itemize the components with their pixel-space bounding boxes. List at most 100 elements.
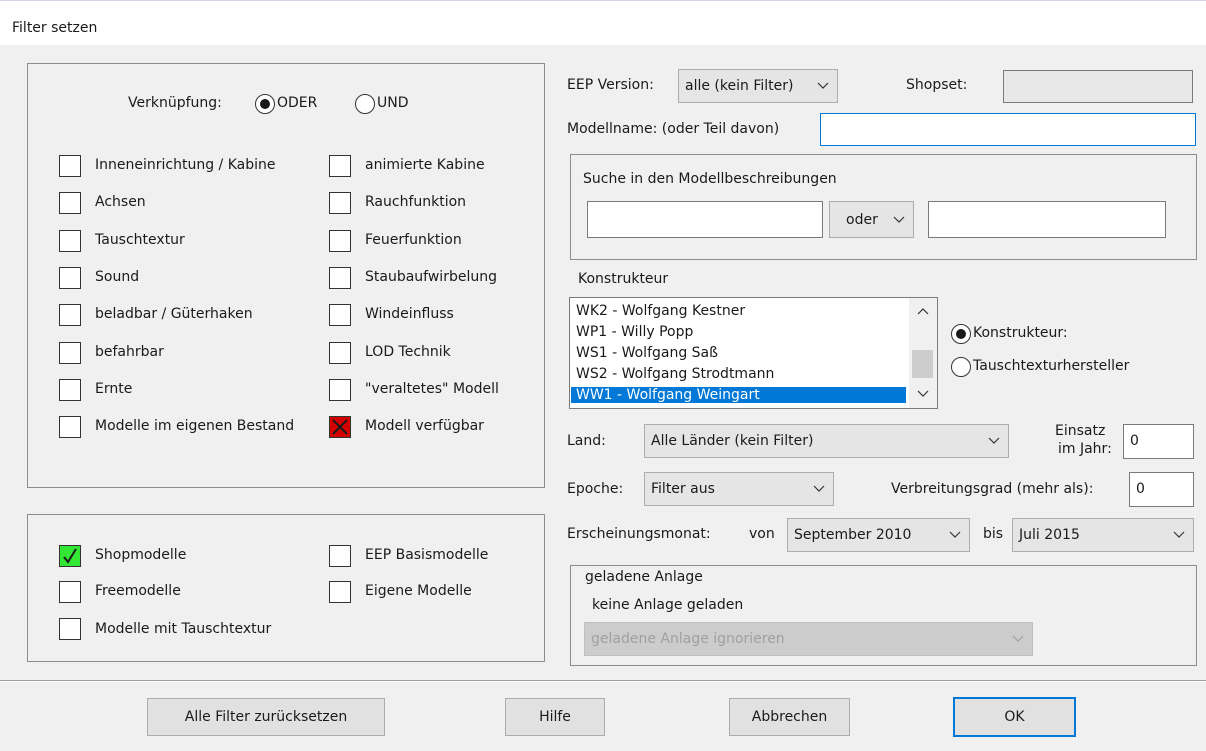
von-label: von <box>749 526 775 542</box>
description-search-title: Suche in den Modellbeschreibungen <box>583 171 837 187</box>
einsatz-value: 0 <box>1130 433 1139 449</box>
land-select[interactable]: Alle Länder (kein Filter) <box>644 424 1009 458</box>
eep-version-select[interactable]: alle (kein Filter) <box>678 69 838 103</box>
radio-konstrukteur[interactable] <box>951 324 971 344</box>
checkbox-eigene-modelle[interactable] <box>329 581 351 603</box>
verbreitungsgrad-label: Verbreitungsgrad (mehr als): <box>891 481 1094 497</box>
konstrukteur-label: Konstrukteur <box>578 271 669 287</box>
checkbox-label: Modelle mit Tauschtextur <box>95 621 272 637</box>
radio-und[interactable] <box>355 94 375 114</box>
list-item-selected[interactable]: WW1 - Wolfgang Weingart <box>571 387 906 403</box>
radio-konstrukteur-label: Konstrukteur: <box>973 325 1068 341</box>
checkbox-tauschtextur[interactable] <box>59 230 81 252</box>
window-title: Filter setzen <box>12 20 98 36</box>
listbox-scrollbar[interactable] <box>909 298 937 408</box>
cancel-button[interactable]: Abbrechen <box>729 698 850 736</box>
checkbox-label: Shopmodelle <box>95 547 187 563</box>
checkbox-staubaufwirbelung[interactable] <box>329 267 351 289</box>
radio-oder[interactable] <box>255 94 275 114</box>
eep-version-label: EEP Version: <box>567 77 654 93</box>
loaded-layout-select: geladene Anlage ignorieren <box>584 622 1033 656</box>
epoche-select[interactable]: Filter aus <box>644 472 834 506</box>
chevron-down-icon <box>949 531 961 538</box>
checkbox-label: Rauchfunktion <box>365 194 467 210</box>
von-select[interactable]: September 2010 <box>787 518 970 552</box>
konstrukteur-listbox[interactable]: WK2 - Wolfgang Kestner WP1 - Willy Popp … <box>569 297 938 409</box>
reset-filters-label: Alle Filter zurücksetzen <box>184 709 348 725</box>
checkbox-eigener-bestand[interactable] <box>59 416 81 438</box>
radio-tauschtexturhersteller[interactable] <box>951 357 971 377</box>
von-value: September 2010 <box>794 527 912 543</box>
bis-label: bis <box>983 526 1004 542</box>
checkbox-befahrbar[interactable] <box>59 342 81 364</box>
checkbox-label: Modelle im eigenen Bestand <box>95 418 295 434</box>
checkbox-beladbar[interactable] <box>59 304 81 326</box>
list-item[interactable]: WS1 - Wolfgang Saß <box>576 345 718 361</box>
epoche-value: Filter aus <box>651 481 715 497</box>
bis-value: Juli 2015 <box>1019 527 1080 543</box>
description-search-operator[interactable]: oder <box>829 201 914 238</box>
modellname-label: Modellname: (oder Teil davon) <box>567 121 780 137</box>
checkbox-tauschtextur-modelle[interactable] <box>59 618 81 640</box>
checkbox-rauchfunktion[interactable] <box>329 192 351 214</box>
checkbox-eep-basismodelle[interactable] <box>329 545 351 567</box>
button-separator <box>0 680 1206 682</box>
erscheinungsmonat-label: Erscheinungsmonat: <box>567 526 711 542</box>
einsatz-label-line1: Einsatz <box>1055 423 1106 439</box>
description-search-input-2[interactable] <box>928 201 1166 238</box>
checkbox-veraltetes-modell[interactable] <box>329 379 351 401</box>
epoche-label: Epoche: <box>567 481 624 497</box>
checkbox-windeinfluss[interactable] <box>329 304 351 326</box>
cancel-label: Abbrechen <box>751 709 828 725</box>
operator-value: oder <box>846 211 878 228</box>
verbreitungsgrad-input[interactable]: 0 <box>1129 472 1194 507</box>
chevron-down-icon <box>917 390 929 397</box>
land-value: Alle Länder (kein Filter) <box>651 433 814 449</box>
eep-version-value: alle (kein Filter) <box>685 78 794 94</box>
x-mark-icon <box>332 419 348 435</box>
chevron-down-icon <box>813 485 825 492</box>
list-item[interactable]: WP1 - Willy Popp <box>576 324 693 340</box>
list-item[interactable]: WK2 - Wolfgang Kestner <box>576 303 745 319</box>
chevron-down-icon <box>988 437 1000 444</box>
einsatz-label-line2: im Jahr: <box>1058 441 1112 457</box>
checkbox-label: LOD Technik <box>365 344 451 360</box>
loaded-layout-select-value: geladene Anlage ignorieren <box>591 631 785 647</box>
chevron-down-icon <box>893 216 905 223</box>
checkbox-label: Eigene Modelle <box>365 583 472 599</box>
checkbox-label: Ernte <box>95 381 133 397</box>
checkbox-label: "veraltetes" Modell <box>365 381 499 397</box>
checkbox-inneneinrichtung[interactable] <box>59 155 81 177</box>
checkbox-animierte-kabine[interactable] <box>329 155 351 177</box>
description-search-input-1[interactable] <box>587 201 823 238</box>
reset-filters-button[interactable]: Alle Filter zurücksetzen <box>147 698 385 736</box>
einsatz-jahr-input[interactable]: 0 <box>1123 424 1194 459</box>
bis-select[interactable]: Juli 2015 <box>1012 518 1194 552</box>
checkbox-freemodelle[interactable] <box>59 581 81 603</box>
land-label: Land: <box>567 433 606 449</box>
help-button[interactable]: Hilfe <box>505 698 605 736</box>
checkbox-label: Freemodelle <box>95 583 181 599</box>
checkbox-shopmodelle[interactable] <box>59 545 81 567</box>
radio-oder-label: ODER <box>277 95 318 111</box>
checkbox-sound[interactable] <box>59 267 81 289</box>
checkbox-feuerfunktion[interactable] <box>329 230 351 252</box>
chevron-down-icon <box>1012 635 1024 642</box>
checkbox-label: Tauschtextur <box>95 232 185 248</box>
checkbox-label: Modell verfügbar <box>365 418 484 434</box>
shopset-field[interactable] <box>1003 70 1193 103</box>
checkbox-ernte[interactable] <box>59 379 81 401</box>
list-item[interactable]: WS2 - Wolfgang Strodtmann <box>576 366 774 382</box>
checkbox-achsen[interactable] <box>59 192 81 214</box>
checkbox-label: Inneneinrichtung / Kabine <box>95 157 276 173</box>
scrollbar-thumb[interactable] <box>912 350 933 378</box>
modellname-input[interactable] <box>820 113 1196 146</box>
chevron-down-icon <box>817 82 829 89</box>
checkbox-label: EEP Basismodelle <box>365 547 489 563</box>
ok-button[interactable]: OK <box>953 697 1076 737</box>
checkbox-label: animierte Kabine <box>365 157 485 173</box>
checkbox-label: Staubaufwirbelung <box>365 269 497 285</box>
checkbox-label: befahrbar <box>95 344 164 360</box>
checkbox-modell-verfuegbar[interactable] <box>329 416 351 438</box>
checkbox-lod-technik[interactable] <box>329 342 351 364</box>
